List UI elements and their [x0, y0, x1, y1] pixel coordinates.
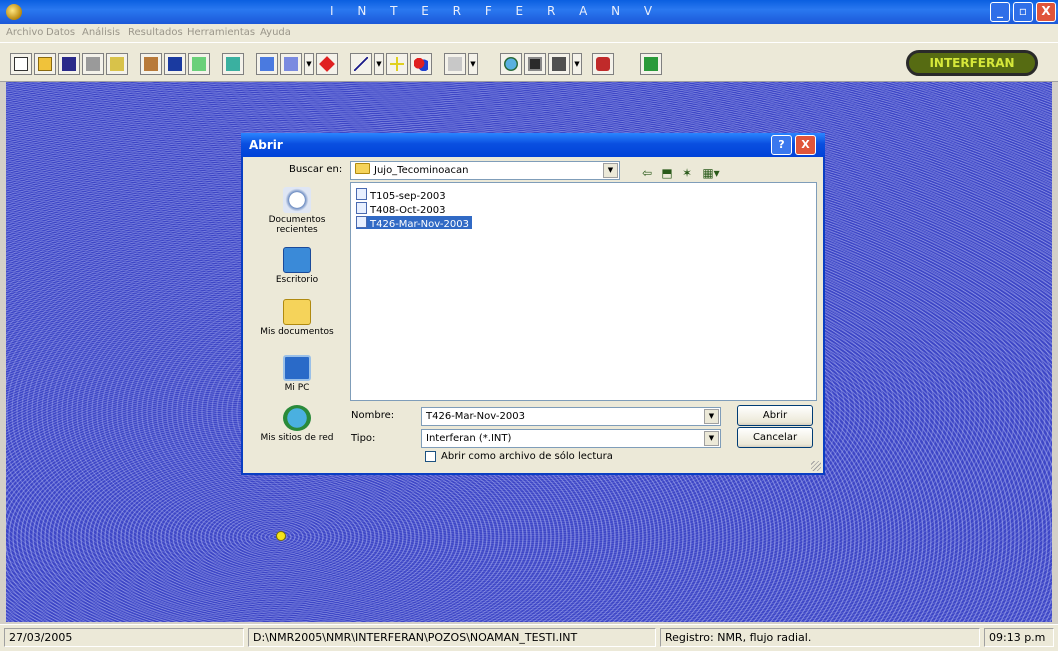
- status-bar: 27/03/2005 D:\NMR2005\NMR\INTERFERAN\POZ…: [0, 624, 1058, 651]
- status-time: 09:13 p.m: [984, 628, 1054, 647]
- house-icon[interactable]: [140, 53, 162, 75]
- status-registro: Registro: NMR, flujo radial.: [660, 628, 980, 647]
- place-label-network: Mis sitios de red: [260, 433, 334, 443]
- place-label-desktop: Escritorio: [275, 275, 319, 285]
- file-name-input[interactable]: T426-Mar-Nov-2003 ▼: [421, 407, 721, 426]
- interferan-brand-button[interactable]: INTERFERAN: [906, 50, 1038, 76]
- place-recent-documents[interactable]: Documentos recientes: [253, 187, 341, 235]
- menu-analisis[interactable]: Análisis: [82, 27, 120, 38]
- folder-icon: [355, 163, 370, 174]
- red-diamond-icon[interactable]: [316, 53, 338, 75]
- list-item-selected[interactable]: T426-Mar-Nov-2003: [356, 216, 472, 230]
- back-arrow-icon[interactable]: ⇦: [639, 166, 655, 180]
- monitor-icon[interactable]: [524, 53, 546, 75]
- new-folder-icon[interactable]: ✶: [679, 166, 695, 180]
- toolbar: ▼ ▼ ▼ ▼ INTERFERAN: [0, 42, 1058, 82]
- readonly-checkbox-label: Abrir como archivo de sólo lectura: [441, 451, 613, 462]
- place-desktop[interactable]: Escritorio: [253, 247, 341, 285]
- chevron-down-icon[interactable]: ▼: [603, 163, 618, 178]
- list-item[interactable]: T408-Oct-2003: [356, 202, 448, 216]
- file-name-value: T426-Mar-Nov-2003: [426, 411, 525, 422]
- file-name: T105-sep-2003: [370, 191, 446, 202]
- well-marker[interactable]: [276, 531, 286, 541]
- place-my-pc[interactable]: Mi PC: [253, 355, 341, 393]
- line-tool-icon[interactable]: [350, 53, 372, 75]
- dialog-close-button[interactable]: X: [795, 135, 816, 155]
- file-icon: [356, 202, 367, 214]
- form-icon[interactable]: [256, 53, 278, 75]
- minimize-button[interactable]: _: [990, 2, 1010, 22]
- desktop-icon: [283, 247, 311, 273]
- my-documents-icon: [283, 299, 311, 325]
- status-file-path: D:\NMR2005\NMR\INTERFERAN\POZOS\NOAMAN_T…: [248, 628, 656, 647]
- dialog-title-bar[interactable]: Abrir ? X: [241, 133, 825, 157]
- line-dropdown[interactable]: ▼: [374, 53, 384, 75]
- cancel-button[interactable]: Cancelar: [737, 427, 813, 448]
- place-network[interactable]: Mis sitios de red: [253, 405, 341, 443]
- place-label-my-documents: Mis documentos: [260, 327, 334, 337]
- file-name-label: Nombre:: [351, 410, 395, 421]
- graph-dropdown[interactable]: ▼: [468, 53, 478, 75]
- exit-icon[interactable]: [640, 53, 662, 75]
- menu-archivo[interactable]: Archivo: [6, 27, 43, 38]
- settings-dropdown[interactable]: ▼: [572, 53, 582, 75]
- tools-icon[interactable]: [592, 53, 614, 75]
- place-my-documents[interactable]: Mis documentos: [253, 299, 341, 337]
- file-icon: [356, 216, 367, 228]
- printer-icon[interactable]: [82, 53, 104, 75]
- dialog-help-button[interactable]: ?: [771, 135, 792, 155]
- globe-icon[interactable]: [500, 53, 522, 75]
- table-icon[interactable]: [164, 53, 186, 75]
- file-type-label: Tipo:: [351, 433, 376, 444]
- file-name: T408-Oct-2003: [370, 205, 446, 216]
- open-file-dialog: Abrir ? X Buscar en: Jujo_Tecominoacan ▼…: [241, 133, 825, 475]
- status-date: 27/03/2005: [4, 628, 244, 647]
- look-in-value: Jujo_Tecominoacan: [374, 165, 469, 176]
- file-type-value: Interferan (*.INT): [426, 433, 512, 444]
- look-in-label: Buscar en:: [289, 164, 343, 175]
- recent-documents-icon: [283, 187, 311, 213]
- open-folder-icon[interactable]: [34, 53, 56, 75]
- chevron-down-icon[interactable]: ▼: [704, 409, 719, 424]
- image-icon[interactable]: [106, 53, 128, 75]
- chart-icon[interactable]: [188, 53, 210, 75]
- maximize-button[interactable]: ▫: [1013, 2, 1033, 22]
- new-document-icon[interactable]: [10, 53, 32, 75]
- file-list[interactable]: T105-sep-2003 T408-Oct-2003 T426-Mar-Nov…: [350, 182, 817, 401]
- menu-herramientas[interactable]: Herramientas: [187, 27, 255, 38]
- graph-icon[interactable]: [444, 53, 466, 75]
- resize-grip-icon[interactable]: [811, 461, 821, 471]
- title-bar: I N T E R F E R A N V _ ▫ X: [0, 0, 1058, 24]
- close-button[interactable]: X: [1036, 2, 1056, 22]
- look-in-combo[interactable]: Jujo_Tecominoacan ▼: [350, 161, 620, 180]
- grid-icon[interactable]: [280, 53, 302, 75]
- chevron-down-icon[interactable]: ▼: [704, 431, 719, 446]
- menu-resultados[interactable]: Resultados: [128, 27, 183, 38]
- readonly-checkbox[interactable]: [425, 451, 436, 462]
- grid-dropdown[interactable]: ▼: [304, 53, 314, 75]
- list-item[interactable]: T105-sep-2003: [356, 188, 449, 202]
- menu-datos[interactable]: Datos: [46, 27, 75, 38]
- crosshair-icon[interactable]: [386, 53, 408, 75]
- app-icon[interactable]: [6, 4, 22, 20]
- place-label-recent: Documentos recientes: [268, 215, 326, 235]
- network-places-icon: [283, 405, 311, 431]
- dialog-title: Abrir: [249, 138, 283, 152]
- places-bar: Documentos recientes Escritorio Mis docu…: [253, 187, 341, 449]
- file-icon: [356, 188, 367, 200]
- file-name: T426-Mar-Nov-2003: [370, 219, 469, 230]
- up-folder-icon[interactable]: ⬒: [659, 166, 675, 180]
- save-icon[interactable]: [58, 53, 80, 75]
- my-computer-icon: [283, 355, 311, 381]
- place-label-my-pc: Mi PC: [284, 383, 310, 393]
- open-button[interactable]: Abrir: [737, 405, 813, 426]
- window-title: I N T E R F E R A N V: [330, 4, 663, 18]
- shapes-icon[interactable]: [410, 53, 432, 75]
- file-type-select[interactable]: Interferan (*.INT) ▼: [421, 429, 721, 448]
- menu-ayuda[interactable]: Ayuda: [260, 27, 291, 38]
- menu-bar: Archivo Datos Análisis Resultados Herram…: [0, 24, 1058, 42]
- settings-icon[interactable]: [548, 53, 570, 75]
- data-window-icon[interactable]: [222, 53, 244, 75]
- view-menu-icon[interactable]: ▦▾: [699, 166, 723, 180]
